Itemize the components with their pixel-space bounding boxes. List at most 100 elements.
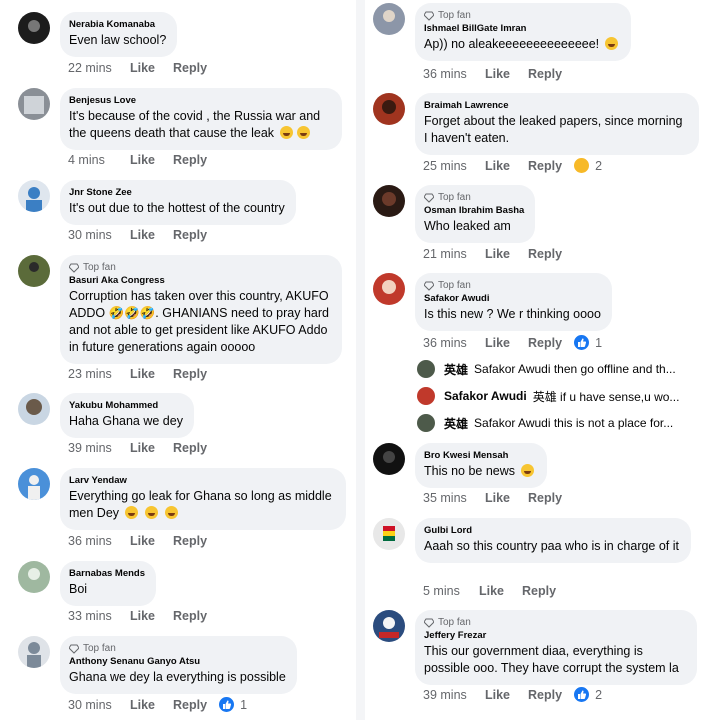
comment-time: 36 mins <box>68 534 112 548</box>
reply-item[interactable]: Safakor Awudi 英雄 if u have sense,u wo... <box>417 385 716 407</box>
like-button[interactable]: Like <box>130 534 155 548</box>
avatar[interactable] <box>373 273 405 305</box>
reaction-summary[interactable]: 1 <box>574 335 602 350</box>
comment-author[interactable]: Larv Yendaw <box>69 475 335 487</box>
laughing-emoji-icon <box>520 464 534 477</box>
like-button[interactable]: Like <box>485 67 510 81</box>
reply-author[interactable]: Safakor Awudi <box>444 389 527 403</box>
reply-text: 英雄 if u have sense,u wo... <box>532 389 680 404</box>
reply-button[interactable]: Reply <box>173 609 207 623</box>
avatar[interactable] <box>417 387 435 405</box>
reply-button[interactable]: Reply <box>173 534 207 548</box>
comment-author[interactable]: Jeffery Frezar <box>424 630 686 642</box>
comment-actions: 33 mins Like Reply <box>68 609 219 623</box>
comment-author[interactable]: Yakubu Mohammed <box>69 400 183 412</box>
like-button[interactable]: Like <box>130 61 155 75</box>
comment-bubble: Top fan Safakor Awudi Is this new ? We r… <box>415 273 612 331</box>
comment-time: 30 mins <box>68 697 112 712</box>
diamond-icon <box>69 263 79 273</box>
reply-item[interactable]: 英雄 Safakor Awudi this is not a place for… <box>417 412 716 434</box>
avatar[interactable] <box>18 468 50 500</box>
reply-button[interactable]: Reply <box>173 698 207 712</box>
comment-author[interactable]: Barnabas Mends <box>69 568 145 580</box>
reaction-summary[interactable]: 2 <box>574 158 602 173</box>
like-button[interactable]: Like <box>130 441 155 455</box>
avatar[interactable] <box>373 518 405 550</box>
like-button[interactable]: Like <box>485 491 510 505</box>
haha-reaction-icon <box>574 158 590 173</box>
comment-text: Boi <box>69 582 88 596</box>
avatar[interactable] <box>18 636 50 668</box>
comment-author[interactable]: Ishmael BillGate Imran <box>424 23 620 35</box>
reply-button[interactable]: Reply <box>173 61 207 75</box>
reaction-count: 2 <box>595 158 603 173</box>
laughing-emoji-icon <box>279 126 293 139</box>
avatar[interactable] <box>18 180 50 212</box>
avatar[interactable] <box>373 185 405 217</box>
reply-author[interactable]: 英雄 <box>444 415 468 432</box>
thumbs-up-icon <box>574 687 590 702</box>
comment-author[interactable]: Basuri Aka Congress <box>69 275 331 287</box>
comment-actions: 39 mins Like Reply 2 <box>423 687 602 702</box>
reply-button[interactable]: Reply <box>528 159 562 173</box>
comment-author[interactable]: Braimah Lawrence <box>424 100 688 112</box>
comment-text: Ap)) no aleakeeeeeeeeeeeeee! <box>424 36 620 53</box>
reply-button[interactable]: Reply <box>173 153 207 167</box>
comment-author[interactable]: Jnr Stone Zee <box>69 187 285 199</box>
comment-bubble: Top fan Basuri Aka Congress Corruption h… <box>60 255 342 364</box>
like-button[interactable]: Like <box>130 698 155 712</box>
comment-bubble: Top fan Jeffery Frezar This our governme… <box>415 610 697 685</box>
avatar[interactable] <box>18 88 50 120</box>
reply-author[interactable]: 英雄 <box>444 361 468 378</box>
avatar[interactable] <box>18 12 50 44</box>
top-fan-badge: Top fan <box>424 617 686 629</box>
comment-text: Haha Ghana we dey <box>69 414 183 428</box>
reaction-summary[interactable]: 2 <box>574 687 602 702</box>
comment-author[interactable]: Nerabia Komanaba <box>69 19 166 31</box>
reply-button[interactable]: Reply <box>528 67 562 81</box>
reply-button[interactable]: Reply <box>528 247 562 261</box>
comment-author[interactable]: Osman Ibrahim Basha <box>424 205 524 217</box>
comment-text-content: This no be news <box>424 464 516 478</box>
avatar[interactable] <box>417 414 435 432</box>
comment-time: 36 mins <box>423 67 467 81</box>
avatar[interactable] <box>417 360 435 378</box>
avatar[interactable] <box>373 93 405 125</box>
like-button[interactable]: Like <box>130 228 155 242</box>
comment-author[interactable]: Safakor Awudi <box>424 293 601 305</box>
comment-author[interactable]: Benjesus Love <box>69 95 331 107</box>
reply-button[interactable]: Reply <box>173 367 207 381</box>
like-button[interactable]: Like <box>485 159 510 173</box>
avatar[interactable] <box>18 255 50 287</box>
avatar[interactable] <box>18 393 50 425</box>
avatar[interactable] <box>18 561 50 593</box>
reply-button[interactable]: Reply <box>173 228 207 242</box>
laughing-emoji-icon <box>296 126 310 139</box>
comment-author[interactable]: Gulbi Lord <box>424 525 680 537</box>
top-fan-badge: Top fan <box>424 10 620 22</box>
reply-button[interactable]: Reply <box>528 491 562 505</box>
avatar[interactable] <box>373 443 405 475</box>
reply-button[interactable]: Reply <box>528 336 562 350</box>
comment-author[interactable]: Anthony Senanu Ganyo Atsu <box>69 656 286 668</box>
comment-text: Is this new ? We r thinking oooo <box>424 307 601 321</box>
avatar[interactable] <box>373 3 405 35</box>
like-button[interactable]: Like <box>130 609 155 623</box>
top-fan-badge: Top fan <box>424 192 524 204</box>
reply-button[interactable]: Reply <box>528 688 562 702</box>
reaction-summary[interactable]: 1 <box>219 697 247 712</box>
like-button[interactable]: Like <box>479 584 504 598</box>
reply-item[interactable]: 英雄 Safakor Awudi then go offline and th.… <box>417 358 716 380</box>
like-button[interactable]: Like <box>130 153 155 167</box>
like-button[interactable]: Like <box>485 336 510 350</box>
like-button[interactable]: Like <box>485 688 510 702</box>
reply-button[interactable]: Reply <box>522 584 556 598</box>
like-button[interactable]: Like <box>130 367 155 381</box>
avatar[interactable] <box>373 610 405 642</box>
reply-button[interactable]: Reply <box>173 441 207 455</box>
top-fan-label: Top fan <box>438 617 471 628</box>
like-button[interactable]: Like <box>485 247 510 261</box>
reaction-count: 2 <box>595 687 603 702</box>
comment-author[interactable]: Bro Kwesi Mensah <box>424 450 536 462</box>
thumbs-up-icon <box>219 697 235 712</box>
